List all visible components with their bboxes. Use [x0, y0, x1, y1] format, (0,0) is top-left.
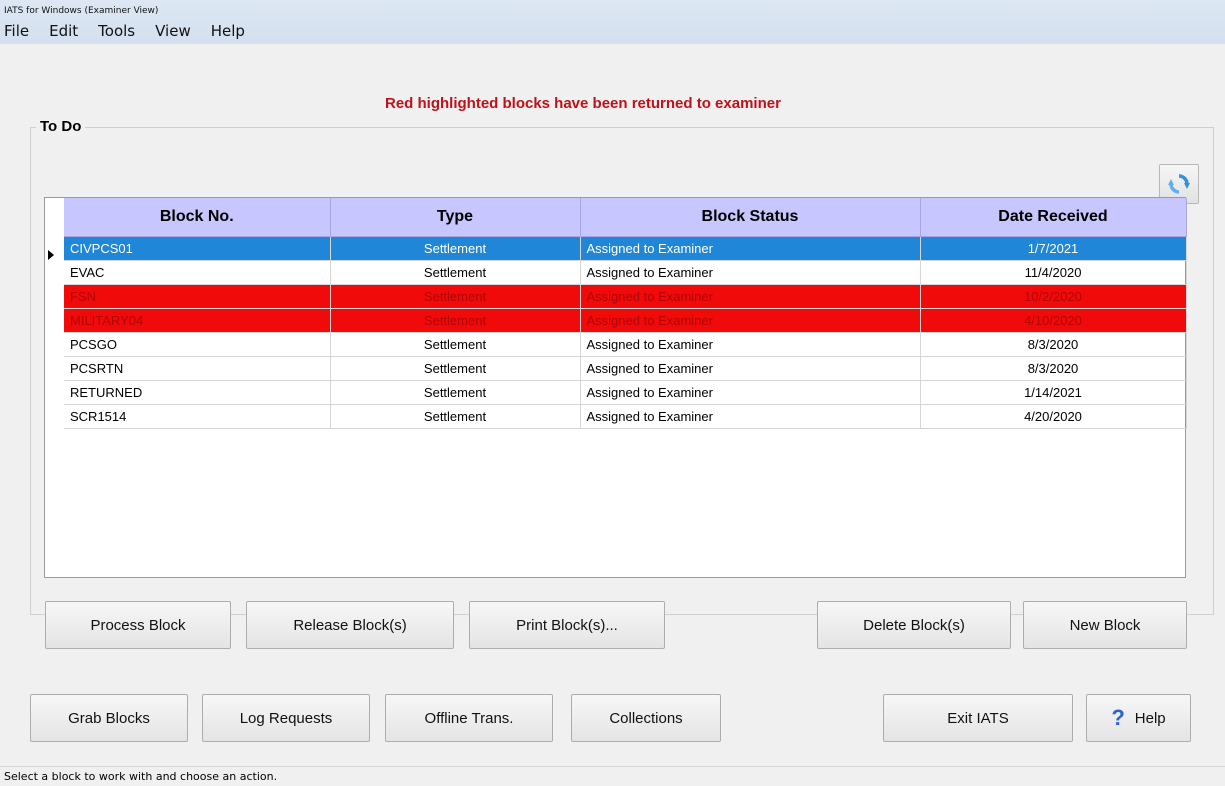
table-row[interactable]: SCR1514 Settlement Assigned to Examiner 4/2… — [64, 404, 1187, 429]
process-block-button[interactable]: Process Block — [45, 601, 231, 649]
returned-blocks-notice: Red highlighted blocks have been returne… — [385, 95, 781, 112]
status-bar: Select a block to work with and choose a… — [0, 766, 1225, 786]
block-no-cell: CIVPCS01 — [64, 236, 331, 261]
date-received-cell: 1/14/2021 — [920, 380, 1187, 405]
block-no-cell: EVAC — [64, 260, 331, 285]
help-button[interactable]: ? Help — [1086, 694, 1191, 742]
date-received-cell: 4/10/2020 — [920, 308, 1187, 333]
table-row[interactable]: MILITARY04 Settlement Assigned to Examiner… — [64, 308, 1187, 333]
type-cell: Settlement — [330, 236, 581, 261]
table-row[interactable]: FSN Settlement Assigned to Examiner 10/2/20… — [64, 284, 1187, 309]
help-label: Help — [1134, 709, 1166, 727]
grab-blocks-button[interactable]: Grab Blocks — [30, 694, 188, 742]
new-block-label: New Block — [1069, 616, 1141, 634]
log-requests-button[interactable]: Log Requests — [202, 694, 370, 742]
table-row[interactable]: PCSRTN Settlement Assigned to Examiner 8/3/… — [64, 356, 1187, 381]
menu-view[interactable]: View — [145, 22, 201, 40]
offline-trans-label: Offline Trans. — [424, 709, 514, 727]
table-row[interactable]: PCSGO Settlement Assigned to Examiner 8/3/2… — [64, 332, 1187, 357]
date-received-cell: 8/3/2020 — [920, 332, 1187, 357]
block-no-cell: SCR1514 — [64, 404, 331, 429]
menu-edit[interactable]: Edit — [39, 22, 88, 40]
table-header-row: Block No. Type Block Status Date Receive… — [64, 198, 1187, 237]
block-status-cell: Assigned to Examiner — [580, 332, 921, 357]
exit-iats-label: Exit IATS — [947, 709, 1009, 727]
release-blocks-button[interactable]: Release Block(s) — [246, 601, 454, 649]
table-row[interactable]: EVAC Settlement Assigned to Examiner 11/4/2… — [64, 260, 1187, 285]
print-blocks-label: Print Block(s)... — [516, 616, 618, 634]
blocks-table: Block No. Type Block Status Date Receive… — [64, 198, 1187, 429]
to-do-group-label: To Do — [36, 118, 86, 135]
menu-bar: File Edit Tools View Help — [0, 18, 255, 44]
blocks-grid[interactable]: Block No. Type Block Status Date Receive… — [44, 197, 1187, 578]
block-status-cell: Assigned to Examiner — [580, 260, 921, 285]
title-bar: IATS for Windows (Examiner View) File Ed… — [0, 0, 1225, 44]
type-cell: Settlement — [330, 356, 581, 381]
block-status-cell: Assigned to Examiner — [580, 380, 921, 405]
date-received-cell: 8/3/2020 — [920, 356, 1187, 381]
menu-help[interactable]: Help — [201, 22, 255, 40]
collections-button[interactable]: Collections — [571, 694, 721, 742]
table-row[interactable]: RETURNED Settlement Assigned to Examiner 1/… — [64, 380, 1187, 405]
current-row-marker-icon — [48, 250, 54, 260]
release-blocks-label: Release Block(s) — [293, 616, 407, 634]
type-cell: Settlement — [330, 332, 581, 357]
menu-file[interactable]: File — [0, 22, 39, 40]
block-status-cell: Assigned to Examiner — [580, 356, 921, 381]
log-requests-label: Log Requests — [239, 709, 333, 727]
block-status-cell: Assigned to Examiner — [580, 236, 921, 261]
block-no-cell: PCSGO — [64, 332, 331, 357]
column-header-block-status[interactable]: Block Status — [580, 198, 921, 237]
process-block-label: Process Block — [90, 616, 186, 634]
date-received-cell: 4/20/2020 — [920, 404, 1187, 429]
exit-iats-button[interactable]: Exit IATS — [883, 694, 1073, 742]
grab-blocks-label: Grab Blocks — [68, 709, 150, 727]
type-cell: Settlement — [330, 308, 581, 333]
block-no-cell: FSN — [64, 284, 331, 309]
delete-blocks-button[interactable]: Delete Block(s) — [817, 601, 1011, 649]
menu-tools[interactable]: Tools — [88, 22, 145, 40]
refresh-icon — [1168, 174, 1190, 194]
date-received-cell: 1/7/2021 — [920, 236, 1187, 261]
column-header-type[interactable]: Type — [330, 198, 581, 237]
column-header-date-received[interactable]: Date Received — [920, 198, 1187, 237]
block-no-cell: RETURNED — [64, 380, 331, 405]
help-question-icon: ? — [1111, 705, 1125, 730]
block-status-cell: Assigned to Examiner — [580, 404, 921, 429]
offline-trans-button[interactable]: Offline Trans. — [385, 694, 553, 742]
new-block-button[interactable]: New Block — [1023, 601, 1187, 649]
type-cell: Settlement — [330, 380, 581, 405]
delete-blocks-label: Delete Block(s) — [863, 616, 965, 634]
type-cell: Settlement — [330, 284, 581, 309]
collections-label: Collections — [609, 709, 683, 727]
block-no-cell: MILITARY04 — [64, 308, 331, 333]
date-received-cell: 11/4/2020 — [920, 260, 1187, 285]
window-title: IATS for Windows (Examiner View) — [4, 6, 159, 16]
date-received-cell: 10/2/2020 — [920, 284, 1187, 309]
block-status-cell: Assigned to Examiner — [580, 284, 921, 309]
type-cell: Settlement — [330, 260, 581, 285]
type-cell: Settlement — [330, 404, 581, 429]
block-status-cell: Assigned to Examiner — [580, 308, 921, 333]
block-no-cell: PCSRTN — [64, 356, 331, 381]
column-header-block-no[interactable]: Block No. — [64, 198, 331, 237]
print-blocks-button[interactable]: Print Block(s)... — [469, 601, 665, 649]
table-row[interactable]: CIVPCS01 Settlement Assigned to Examiner 1/… — [64, 236, 1187, 261]
